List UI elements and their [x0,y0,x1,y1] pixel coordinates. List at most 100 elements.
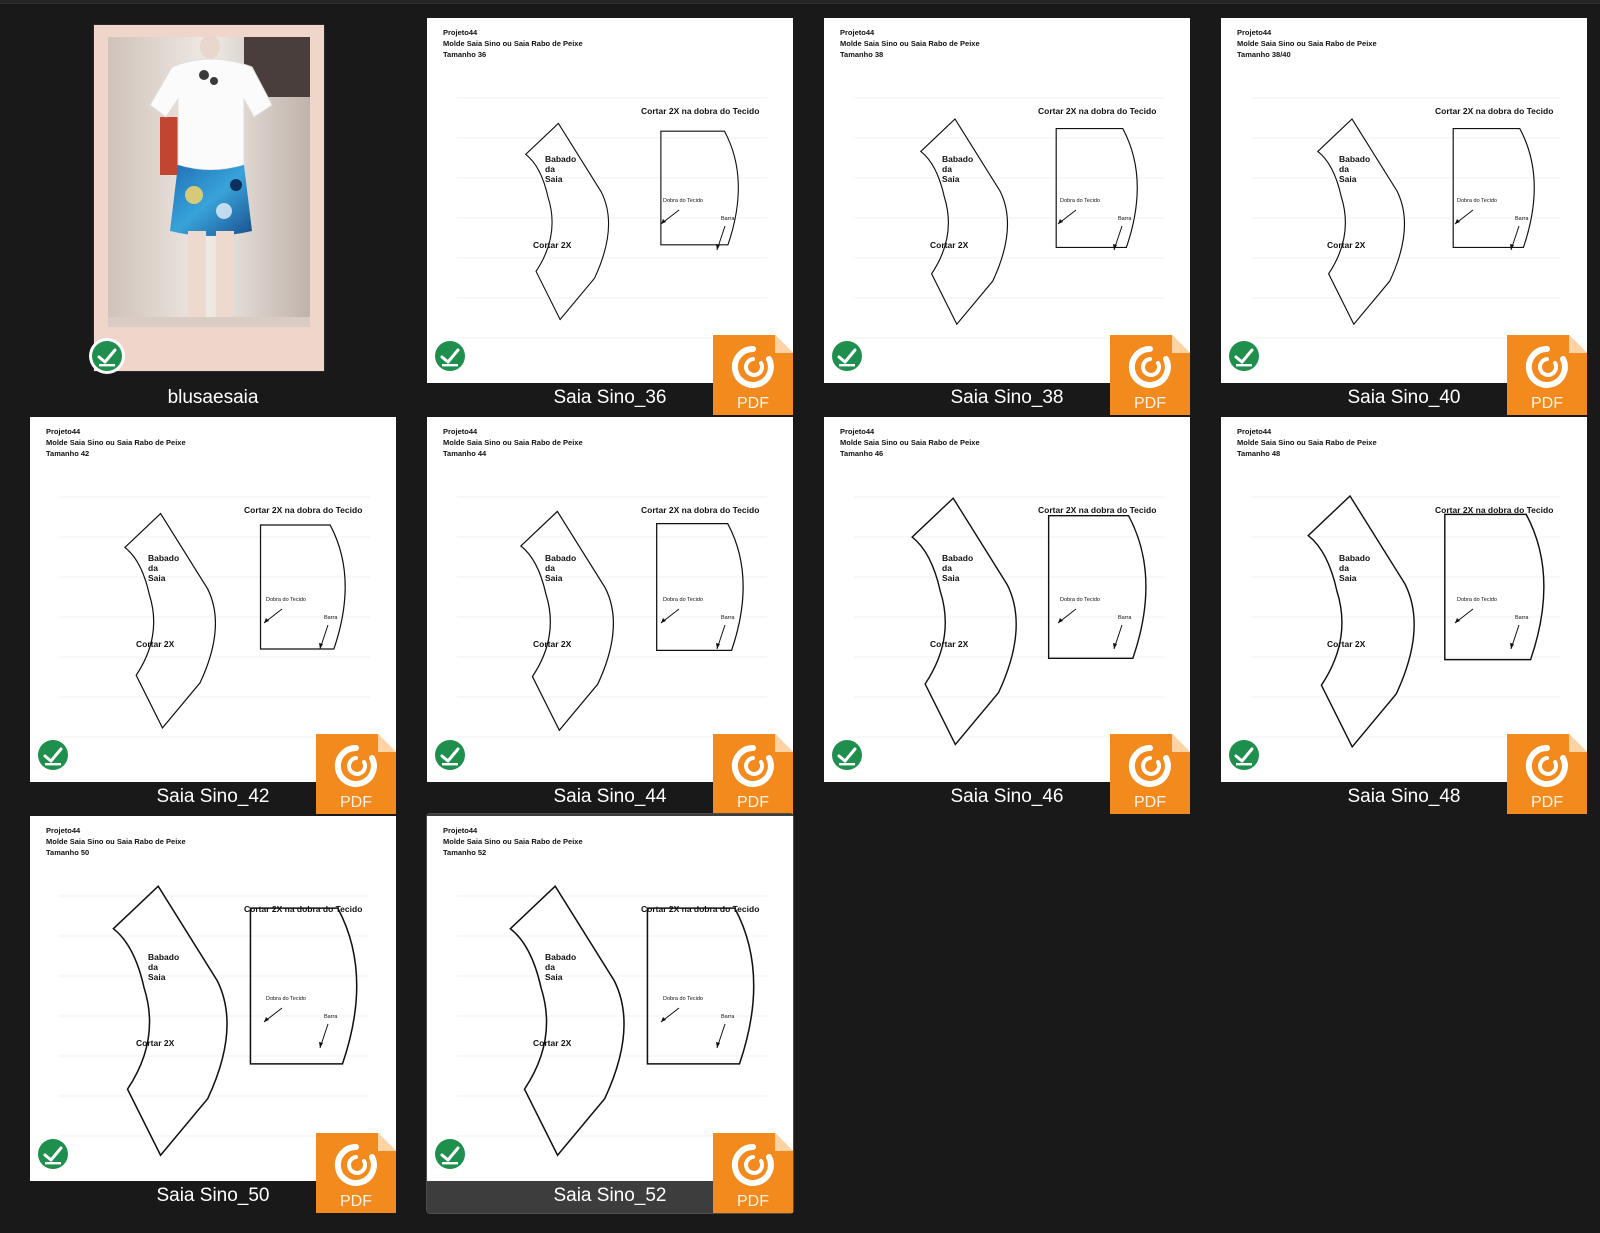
cut-count-label: Cortar 2X [533,240,572,250]
cut-instruction-header: Cortar 2X na dobra do Tecido [641,505,759,515]
file-tile-saia-sino-42[interactable]: Projeto44 Molde Saia Sino ou Saia Rabo d… [30,415,396,814]
skirt-panel-outline [660,130,739,246]
check-circle-icon [35,1136,71,1172]
check-circle-icon [89,338,125,374]
cut-instruction-header: Cortar 2X na dobra do Tecido [641,904,759,914]
piece-label-2: da [545,962,555,972]
skirt-panel-outline [249,907,358,1065]
hem-label: Barra [721,216,735,222]
pdf-page-preview: Projeto44 Molde Saia Sino ou Saia Rabo d… [30,417,396,782]
flounce-piece-outline [911,497,1017,746]
pattern-drawing: Projeto44 Molde Saia Sino ou Saia Rabo d… [443,826,767,1157]
file-name: Saia Sino_46 [950,786,1064,807]
pdf-thumbnail: Projeto44 Molde Saia Sino ou Saia Rabo d… [1221,18,1587,383]
piece-label-1: Babado [148,952,179,962]
fold-label: Dobra do Tecido [663,597,703,603]
file-tile-saia-sino-52[interactable]: Projeto44 Molde Saia Sino ou Saia Rabo d… [426,813,794,1214]
pdf-page-preview: Projeto44 Molde Saia Sino ou Saia Rabo d… [824,18,1190,383]
flounce-piece-outline [524,122,610,321]
file-tile-blusaesaia[interactable]: blusaesaia [30,16,396,415]
hem-label: Barra [1515,216,1529,222]
piece-label-2: da [148,563,158,573]
check-circle-icon [829,338,865,374]
flounce-piece-outline [123,512,216,730]
cut-count-label: Cortar 2X [930,240,969,250]
doc-line-2: Molde Saia Sino ou Saia Rabo de Peixe [443,438,583,447]
flounce-piece-outline [112,884,228,1157]
doc-line-1: Projeto44 [840,28,875,37]
file-name: Saia Sino_50 [156,1185,270,1206]
file-tile-saia-sino-46[interactable]: Projeto44 Molde Saia Sino ou Saia Rabo d… [824,415,1190,814]
fold-label: Dobra do Tecido [1457,597,1497,603]
cut-count-label: Cortar 2X [533,1038,572,1048]
doc-line-2: Molde Saia Sino ou Saia Rabo de Peixe [840,438,980,447]
doc-line-1: Projeto44 [46,826,81,835]
pdf-page-preview: Projeto44 Molde Saia Sino ou Saia Rabo d… [824,417,1190,782]
hem-label: Barra [324,1014,338,1020]
file-tile-saia-sino-44[interactable]: Projeto44 Molde Saia Sino ou Saia Rabo d… [427,415,793,814]
check-circle-icon [432,338,468,374]
file-grid: blusaesaia Projeto44 Molde Saia Sino ou … [30,16,1587,1214]
file-name: Saia Sino_42 [156,786,270,807]
doc-line-2: Molde Saia Sino ou Saia Rabo de Peixe [46,837,186,846]
piece-label-2: da [545,164,555,174]
cut-count-label: Cortar 2X [1327,240,1366,250]
piece-label-2: da [1339,563,1349,573]
pdf-page-preview: Projeto44 Molde Saia Sino ou Saia Rabo d… [427,816,793,1181]
doc-line-3: Tamanho 50 [46,848,89,857]
doc-line-1: Projeto44 [443,28,478,37]
doc-line-3: Tamanho 38/40 [1237,50,1291,59]
skirt-panel-outline [1055,128,1138,248]
file-name: Saia Sino_40 [1347,387,1461,408]
file-tile-saia-sino-40[interactable]: Projeto44 Molde Saia Sino ou Saia Rabo d… [1221,16,1587,415]
doc-line-1: Projeto44 [1237,28,1272,37]
pattern-drawing: Projeto44 Molde Saia Sino ou Saia Rabo d… [840,28,1164,339]
piece-label-2: da [545,563,555,573]
file-name: Saia Sino_38 [950,387,1064,408]
flounce-piece-outline [1316,118,1406,326]
fold-label: Dobra do Tecido [663,198,703,204]
fold-label: Dobra do Tecido [1457,198,1497,204]
cut-instruction-header: Cortar 2X na dobra do Tecido [1038,505,1156,515]
fold-label: Dobra do Tecido [663,996,703,1002]
pattern-drawing: Projeto44 Molde Saia Sino ou Saia Rabo d… [46,427,370,738]
file-tile-saia-sino-48[interactable]: Projeto44 Molde Saia Sino ou Saia Rabo d… [1221,415,1587,814]
skirt-panel-outline [656,523,744,651]
pdf-page-preview: Projeto44 Molde Saia Sino ou Saia Rabo d… [1221,18,1587,383]
doc-line-1: Projeto44 [1237,427,1272,436]
hem-label: Barra [324,615,338,621]
piece-label-3: Saia [148,972,166,982]
pattern-drawing: Projeto44 Molde Saia Sino ou Saia Rabo d… [1237,28,1561,339]
pdf-page-preview: Projeto44 Molde Saia Sino ou Saia Rabo d… [427,417,793,782]
cut-count-label: Cortar 2X [930,639,969,649]
hem-label: Barra [721,1014,735,1020]
file-tile-saia-sino-50[interactable]: Projeto44 Molde Saia Sino ou Saia Rabo d… [30,814,396,1213]
pdf-thumbnail: Projeto44 Molde Saia Sino ou Saia Rabo d… [30,417,396,782]
cut-instruction-header: Cortar 2X na dobra do Tecido [1435,106,1553,116]
hem-label: Barra [1515,615,1529,621]
file-tile-saia-sino-38[interactable]: Projeto44 Molde Saia Sino ou Saia Rabo d… [824,16,1190,415]
doc-line-3: Tamanho 46 [840,449,883,458]
hem-label: Barra [721,615,735,621]
doc-line-2: Molde Saia Sino ou Saia Rabo de Peixe [443,39,583,48]
pdf-thumbnail: Projeto44 Molde Saia Sino ou Saia Rabo d… [1221,417,1587,782]
cut-instruction-header: Cortar 2X na dobra do Tecido [1038,106,1156,116]
piece-label-1: Babado [1339,154,1370,164]
pattern-drawing: Projeto44 Molde Saia Sino ou Saia Rabo d… [1237,427,1561,749]
piece-label-2: da [1339,164,1349,174]
piece-label-1: Babado [1339,553,1370,563]
flounce-piece-outline [1307,494,1415,749]
flounce-piece-outline [919,118,1009,326]
fold-label: Dobra do Tecido [266,597,306,603]
pdf-thumbnail: Projeto44 Molde Saia Sino ou Saia Rabo d… [427,417,793,782]
cut-count-label: Cortar 2X [136,1038,175,1048]
file-name: Saia Sino_52 [553,1185,667,1206]
doc-line-3: Tamanho 44 [443,449,487,458]
doc-line-1: Projeto44 [443,826,478,835]
doc-line-1: Projeto44 [443,427,478,436]
hem-label: Barra [1118,615,1132,621]
file-tile-saia-sino-36[interactable]: Projeto44 Molde Saia Sino ou Saia Rabo d… [427,16,793,415]
piece-label-1: Babado [148,553,179,563]
pdf-page-preview: Projeto44 Molde Saia Sino ou Saia Rabo d… [427,18,793,383]
piece-label-3: Saia [942,573,960,583]
